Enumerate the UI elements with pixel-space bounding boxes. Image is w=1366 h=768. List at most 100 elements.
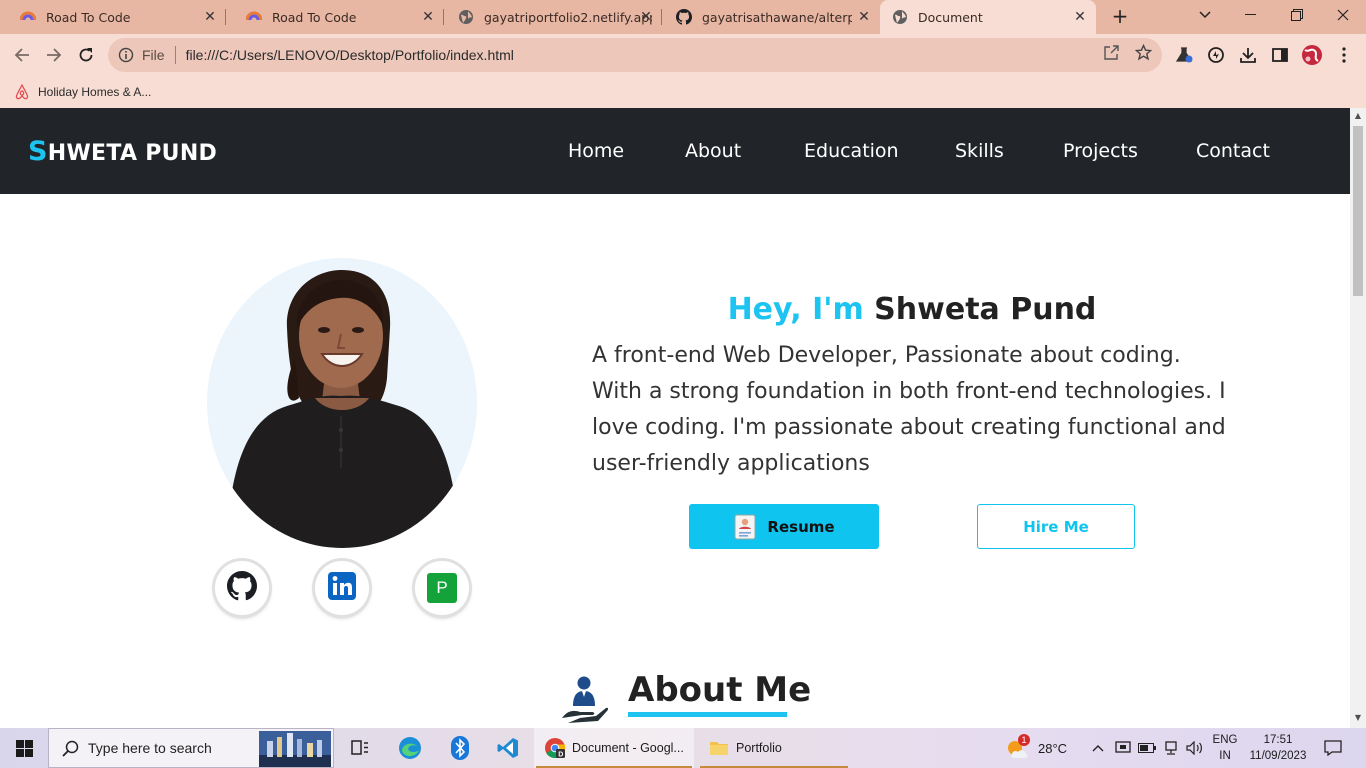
page-scrollbar[interactable]: ▲ ▼ xyxy=(1350,108,1366,728)
resume-icon xyxy=(733,514,757,540)
taskbar-app-chrome[interactable]: D Document - Googl... xyxy=(534,728,694,768)
bookmark-item[interactable]: Holiday Homes & A... xyxy=(14,81,151,103)
scrollbar-thumb[interactable] xyxy=(1353,126,1363,296)
close-tab-icon[interactable]: ✕ xyxy=(1072,9,1088,25)
portfolio-button[interactable]: P xyxy=(415,561,469,615)
chrome-icon: D xyxy=(544,737,566,759)
browser-tab[interactable]: gayatriportfolio2.netlify.app ✕ xyxy=(444,0,662,34)
browser-toolbar: File file:///C:/Users/LENOVO/Desktop/Por… xyxy=(0,34,1366,76)
minimize-icon[interactable] xyxy=(1228,0,1274,30)
nav-about[interactable]: About xyxy=(685,140,741,162)
hero-title: Hey, I'm Shweta Pund xyxy=(592,292,1232,327)
volume-icon[interactable] xyxy=(1184,728,1206,768)
clock-date: 11/09/2023 xyxy=(1249,750,1307,762)
github-button[interactable] xyxy=(215,561,269,615)
hero-description: A front-end Web Developer, Passionate ab… xyxy=(592,343,1226,476)
battery-icon[interactable] xyxy=(1136,728,1158,768)
vscode-icon[interactable] xyxy=(484,728,532,768)
scroll-up-icon[interactable]: ▲ xyxy=(1354,112,1362,120)
bookmark-label: Holiday Homes & A... xyxy=(38,85,152,99)
profile-avatar-icon[interactable] xyxy=(1301,45,1323,65)
taskbar-app-label: Portfolio xyxy=(736,741,782,755)
site-logo[interactable]: SHWETA PUND xyxy=(28,136,217,167)
hire-me-label: Hire Me xyxy=(1023,517,1089,536)
weather-icon: 1 xyxy=(1004,734,1030,761)
tab-title: Road To Code xyxy=(272,9,357,25)
bookmark-star-icon[interactable] xyxy=(1134,43,1152,61)
side-panel-icon[interactable] xyxy=(1269,45,1291,65)
about-heading: About Me xyxy=(628,670,812,710)
scroll-down-icon[interactable]: ▼ xyxy=(1354,714,1362,722)
nav-education[interactable]: Education xyxy=(804,140,899,162)
bluetooth-icon[interactable] xyxy=(436,728,484,768)
tab-search-icon[interactable] xyxy=(1182,0,1228,30)
browser-tab[interactable]: Road To Code ✕ xyxy=(0,0,226,34)
notification-icon[interactable] xyxy=(1318,728,1348,768)
tab-title: gayatrisathawane/alterportf xyxy=(702,9,852,25)
language-region: IN xyxy=(1219,750,1231,762)
weather-badge: 1 xyxy=(1018,734,1030,746)
taskbar-app-explorer[interactable]: Portfolio xyxy=(698,728,850,768)
language-indicator[interactable]: ENG IN xyxy=(1210,728,1240,768)
resume-button[interactable]: Resume xyxy=(689,504,879,549)
scheme-label: File xyxy=(142,47,165,63)
browser-tab-bar: Road To Code ✕ Road To Code ✕ gayatripor… xyxy=(0,0,1366,34)
address-divider xyxy=(174,46,176,64)
info-icon[interactable] xyxy=(118,47,134,63)
forward-icon[interactable] xyxy=(41,42,67,68)
address-bar[interactable]: File file:///C:/Users/LENOVO/Desktop/Por… xyxy=(108,38,1162,72)
windows-start-icon[interactable] xyxy=(0,728,48,768)
extension-sync-icon[interactable] xyxy=(1205,45,1227,65)
chevron-up-icon[interactable] xyxy=(1088,728,1108,768)
tab-title: Road To Code xyxy=(46,9,131,25)
github-icon xyxy=(676,9,692,25)
close-tab-icon[interactable]: ✕ xyxy=(638,9,654,25)
linkedin-button[interactable] xyxy=(315,561,369,615)
url-text[interactable]: file:///C:/Users/LENOVO/Desktop/Portfoli… xyxy=(186,47,514,63)
edge-icon[interactable] xyxy=(386,728,434,768)
browser-tab-active[interactable]: Document ✕ xyxy=(880,0,1096,34)
nav-home[interactable]: Home xyxy=(568,140,624,162)
menu-dots-icon[interactable] xyxy=(1333,45,1355,65)
new-tab-button[interactable]: + xyxy=(1108,5,1132,29)
download-icon[interactable] xyxy=(1237,45,1259,65)
road-to-code-icon xyxy=(20,9,36,25)
site-navbar: SHWETA PUND Home About Education Skills … xyxy=(0,108,1350,194)
logo-initial: S xyxy=(28,136,48,167)
hero-name: Shweta Pund xyxy=(874,292,1097,327)
network-icon[interactable] xyxy=(1160,728,1182,768)
taskbar-search-box[interactable]: Type here to search xyxy=(48,728,334,768)
profile-photo-circle xyxy=(207,258,477,548)
back-icon[interactable] xyxy=(9,42,35,68)
language-code: ENG xyxy=(1212,734,1238,746)
task-view-icon[interactable] xyxy=(336,728,384,768)
clock[interactable]: 17:51 11/09/2023 xyxy=(1248,728,1308,768)
taskbar-app-label: Document - Googl... xyxy=(572,741,684,755)
close-tab-icon[interactable]: ✕ xyxy=(856,9,872,25)
close-tab-icon[interactable]: ✕ xyxy=(420,9,436,25)
close-tab-icon[interactable]: ✕ xyxy=(202,9,218,25)
extension-flask-icon[interactable] xyxy=(1173,45,1195,65)
search-highlight-image xyxy=(259,731,331,767)
tab-title: gayatriportfolio2.netlify.app xyxy=(484,9,652,25)
restore-icon[interactable] xyxy=(1274,0,1320,30)
bookmarks-bar: Holiday Homes & A... xyxy=(0,76,1366,108)
resume-label: Resume xyxy=(767,517,835,536)
close-window-icon[interactable] xyxy=(1320,0,1366,30)
globe-icon xyxy=(458,9,474,25)
reload-icon[interactable] xyxy=(73,42,99,68)
hero-greeting: Hey, I'm xyxy=(727,292,864,327)
weather-temperature: 28°C xyxy=(1038,740,1068,756)
nav-contact[interactable]: Contact xyxy=(1196,140,1270,162)
github-icon xyxy=(227,571,257,605)
meet-now-icon[interactable] xyxy=(1112,728,1134,768)
share-icon[interactable] xyxy=(1102,43,1120,61)
weather-widget[interactable]: 1 28°C xyxy=(1004,728,1067,768)
browser-tab[interactable]: gayatrisathawane/alterportf ✕ xyxy=(662,0,880,34)
nav-projects[interactable]: Projects xyxy=(1063,140,1138,162)
hire-me-button[interactable]: Hire Me xyxy=(977,504,1135,549)
svg-text:D: D xyxy=(558,752,563,759)
tab-title: Document xyxy=(918,9,983,25)
browser-tab[interactable]: Road To Code ✕ xyxy=(226,0,444,34)
nav-skills[interactable]: Skills xyxy=(955,140,1004,162)
